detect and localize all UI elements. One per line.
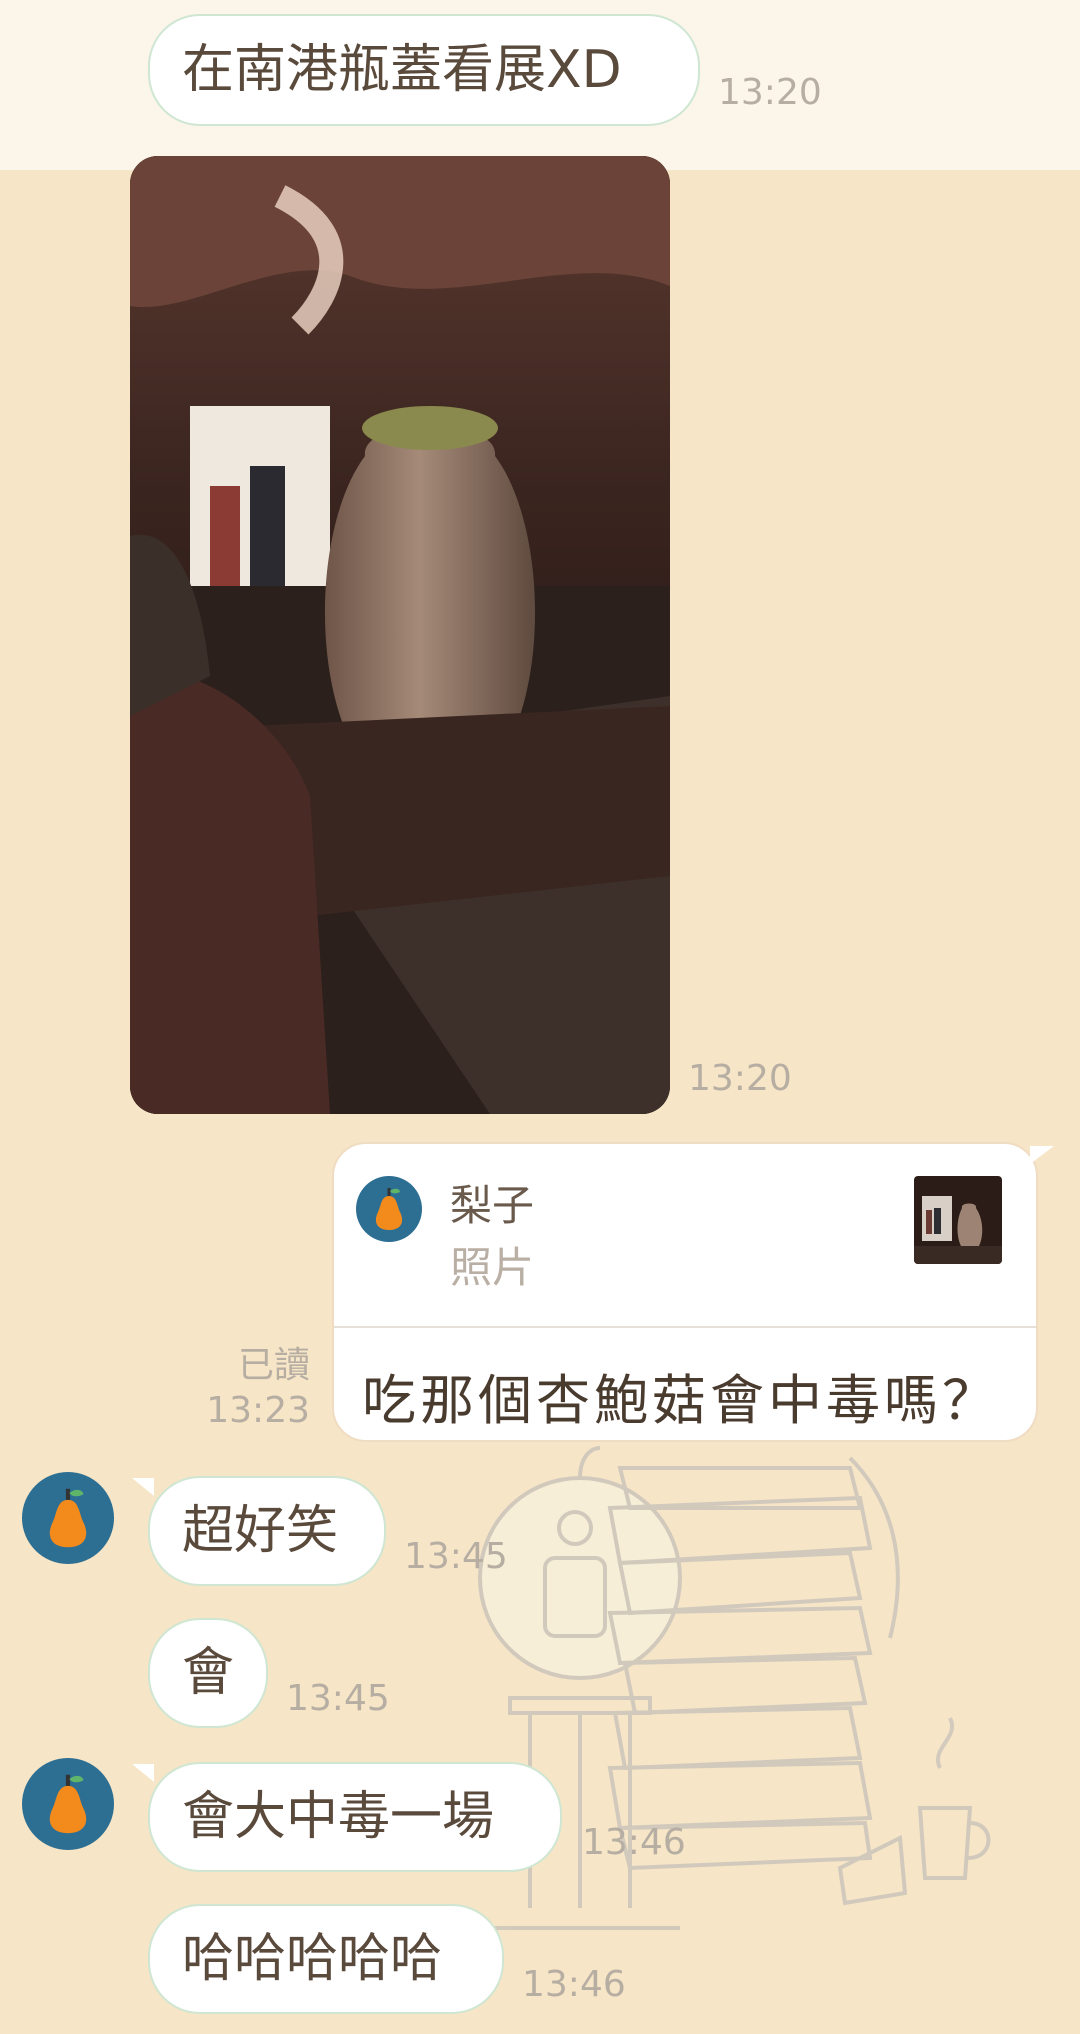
- message-timestamp: 13:46: [582, 1822, 686, 1863]
- contact-avatar[interactable]: [22, 1472, 114, 1564]
- pear-icon: [49, 1488, 87, 1548]
- shared-photo[interactable]: [130, 156, 670, 1114]
- reply-quoted-type: 照片: [450, 1243, 535, 1292]
- message-text: 超好笑: [182, 1501, 339, 1561]
- reply-message-bubble[interactable]: 梨子 照片 吃那個杏鮑菇會中毒嗎？: [332, 1142, 1038, 1442]
- reply-thumbnail: [914, 1176, 1002, 1264]
- background-illustration: [478, 1446, 991, 1930]
- message-bubble[interactable]: 超好笑: [148, 1476, 386, 1586]
- message-bubble[interactable]: 哈哈哈哈哈: [148, 1904, 504, 2014]
- pear-icon: [49, 1774, 87, 1834]
- message-timestamp: 13:45: [404, 1536, 508, 1577]
- message-text: 在南港瓶蓋看展XD: [182, 40, 622, 100]
- reply-avatar: [356, 1176, 422, 1242]
- message-text: 會大中毒一場: [182, 1787, 495, 1847]
- bubble-tail: [132, 1478, 154, 1496]
- message-bubble[interactable]: 會大中毒一場: [148, 1762, 562, 1872]
- message-text: 會: [181, 1643, 234, 1703]
- contact-avatar[interactable]: [22, 1758, 114, 1850]
- pear-icon: [375, 1188, 403, 1230]
- reply-divider: [334, 1326, 1036, 1328]
- message-timestamp: 13:46: [522, 1964, 626, 2005]
- message-timestamp: 13:20: [688, 1058, 792, 1099]
- photo-image: [130, 156, 670, 1114]
- message-bubble[interactable]: 在南港瓶蓋看展XD: [148, 14, 700, 126]
- bubble-tail: [132, 1764, 154, 1782]
- bubble-tail: [1030, 1146, 1054, 1164]
- message-timestamp: 13:23: [206, 1390, 310, 1431]
- message-bubble[interactable]: 會: [148, 1618, 268, 1728]
- message-text: 吃那個杏鮑菇會中毒嗎？: [362, 1369, 1000, 1432]
- message-text: 哈哈哈哈哈: [182, 1929, 443, 1989]
- message-timestamp: 13:20: [718, 72, 822, 113]
- message-timestamp: 13:45: [286, 1678, 390, 1719]
- read-receipt: 已讀: [237, 1345, 310, 1386]
- reply-quoted-sender: 梨子: [450, 1181, 535, 1230]
